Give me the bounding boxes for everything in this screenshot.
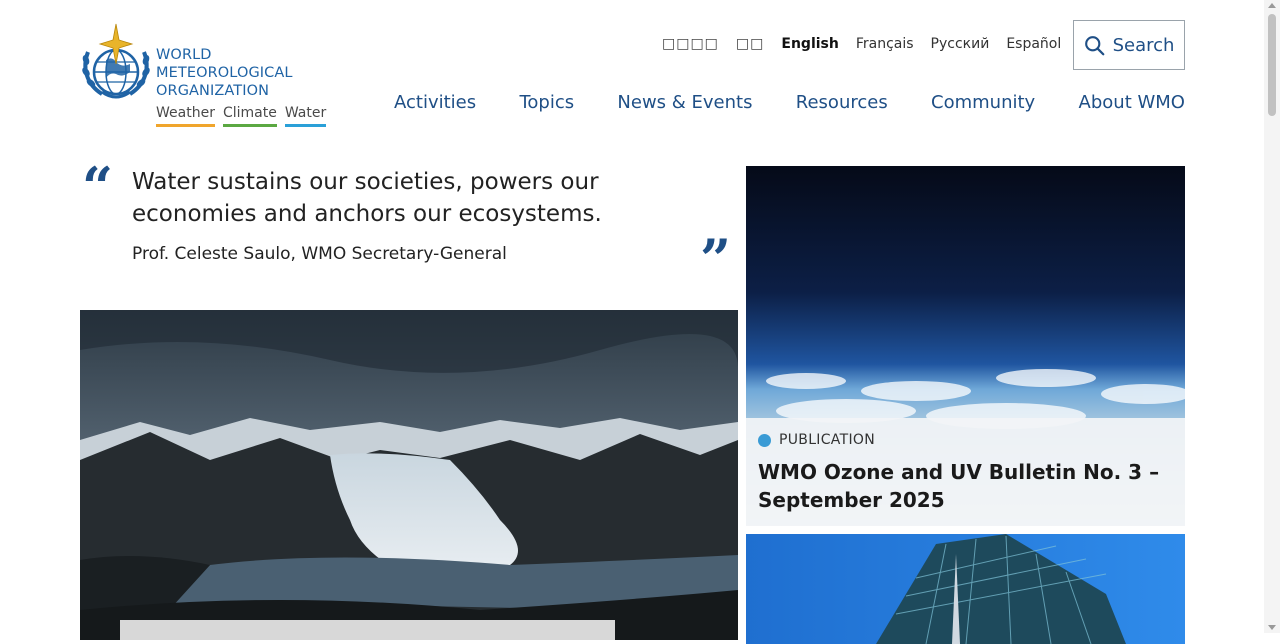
hero-image[interactable] <box>80 310 738 640</box>
wmo-logo[interactable]: WORLD METEOROLOGICAL ORGANIZATION Weathe… <box>80 22 340 132</box>
close-quote-icon: ” <box>700 227 732 291</box>
category-label: PUBLICATION <box>758 432 875 448</box>
hero-caption-box <box>120 620 615 640</box>
tag-climate: Climate <box>222 105 277 127</box>
org-name-line2: METEOROLOGICAL <box>156 65 293 81</box>
wmo-emblem-icon <box>82 23 150 99</box>
lang-link-2[interactable]: □□ <box>736 36 764 52</box>
featured-card-caption: PUBLICATION WMO Ozone and UV Bulletin No… <box>746 418 1185 526</box>
lang-link-russian[interactable]: Русский <box>931 36 990 52</box>
glacier-photo <box>80 310 738 640</box>
org-name-line3: ORGANIZATION <box>156 83 270 99</box>
language-switcher: □□□□ □□ English Français Русский Español <box>662 36 1061 52</box>
page-scrollbar[interactable] <box>1264 0 1280 633</box>
secondary-card[interactable] <box>746 534 1185 644</box>
tagline: Weather Climate Water <box>156 105 327 127</box>
tag-weather: Weather <box>156 105 215 127</box>
quote-author: Prof. Celeste Saulo, WMO Secretary-Gener… <box>132 244 507 264</box>
featured-card[interactable]: PUBLICATION WMO Ozone and UV Bulletin No… <box>746 166 1185 526</box>
nav-resources[interactable]: Resources <box>796 92 888 113</box>
lang-link-french[interactable]: Français <box>856 36 914 52</box>
nav-community[interactable]: Community <box>931 92 1035 113</box>
org-name-line1: WORLD <box>156 47 212 63</box>
quote-text: Water sustains our societies, powers our… <box>132 169 602 227</box>
search-icon <box>1084 35 1104 55</box>
quote-block: “ Water sustains our societies, powers o… <box>80 160 738 291</box>
featured-title[interactable]: WMO Ozone and UV Bulletin No. 3 – Septem… <box>758 458 1168 514</box>
scroll-down-icon[interactable] <box>1268 625 1276 630</box>
nav-activities[interactable]: Activities <box>394 92 476 113</box>
building-photo <box>746 534 1185 644</box>
category-dot-icon <box>758 433 771 447</box>
open-quote-icon: “ <box>82 155 114 219</box>
nav-news-events[interactable]: News & Events <box>617 92 752 113</box>
lang-link-english[interactable]: English <box>781 36 838 52</box>
lang-link-1[interactable]: □□□□ <box>662 36 719 52</box>
main-nav: Activities Topics News & Events Resource… <box>394 92 1185 113</box>
scroll-thumb[interactable] <box>1268 14 1276 116</box>
nav-topics[interactable]: Topics <box>519 92 574 113</box>
search-label: Search <box>1112 34 1175 56</box>
search-button[interactable]: Search <box>1073 20 1185 70</box>
scroll-up-icon[interactable] <box>1268 3 1276 8</box>
category-text: PUBLICATION <box>779 432 875 448</box>
org-name: WORLD METEOROLOGICAL ORGANIZATION <box>156 46 293 100</box>
lang-link-spanish[interactable]: Español <box>1006 36 1061 52</box>
nav-about-wmo[interactable]: About WMO <box>1079 92 1185 113</box>
tag-water: Water <box>284 105 327 127</box>
